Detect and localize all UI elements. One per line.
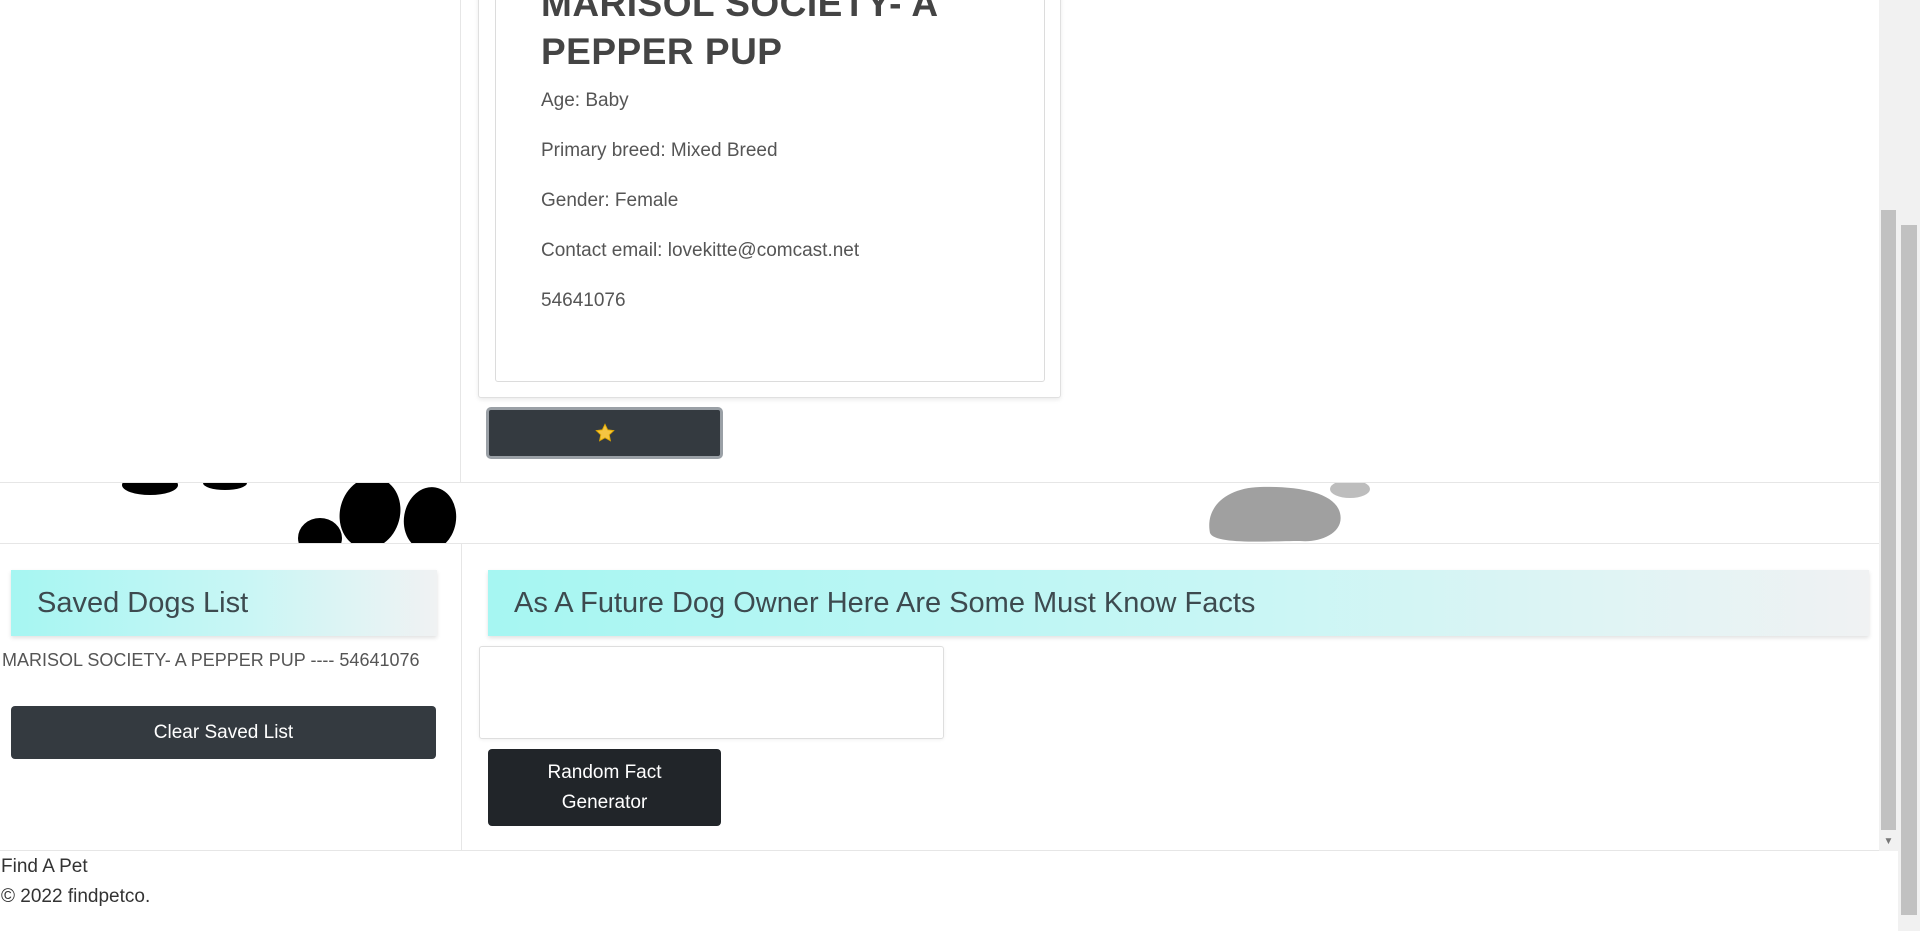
dog-gender: Gender: Female [541, 190, 679, 211]
dog-contact-email: Contact email: lovekitte@comcast.net [541, 240, 860, 261]
saved-list-header: Saved Dogs List [11, 570, 437, 636]
facts-header: As A Future Dog Owner Here Are Some Must… [488, 570, 1869, 636]
save-favorite-button[interactable] [486, 407, 723, 459]
inner-scroll-thumb[interactable] [1881, 210, 1896, 830]
paw-prints-decoration [122, 483, 1370, 543]
column-divider [461, 543, 462, 851]
star-icon [594, 423, 615, 442]
paw-print-banner [0, 483, 1879, 543]
random-fact-generator-button[interactable]: Random Fact Generator [488, 749, 721, 826]
left-column [0, 0, 461, 483]
scroll-down-arrow-icon[interactable]: ▼ [1879, 832, 1898, 851]
page-scroll-thumb[interactable] [1901, 225, 1917, 915]
dog-breed: Primary breed: Mixed Breed [541, 140, 778, 161]
dog-name: MARISOL SOCIETY- A PEPPER PUP [541, 0, 938, 72]
saved-dog-entry: MARISOL SOCIETY- A PEPPER PUP ---- 54641… [2, 650, 420, 670]
clear-saved-list-button[interactable]: Clear Saved List [11, 706, 436, 759]
footer-brand: Find A Pet [1, 856, 88, 877]
dog-id: 54641076 [541, 290, 626, 311]
footer-copyright: © 2022 findpetco. [1, 886, 151, 907]
fact-display-box [479, 646, 944, 739]
dog-age: Age: Baby [541, 90, 629, 111]
